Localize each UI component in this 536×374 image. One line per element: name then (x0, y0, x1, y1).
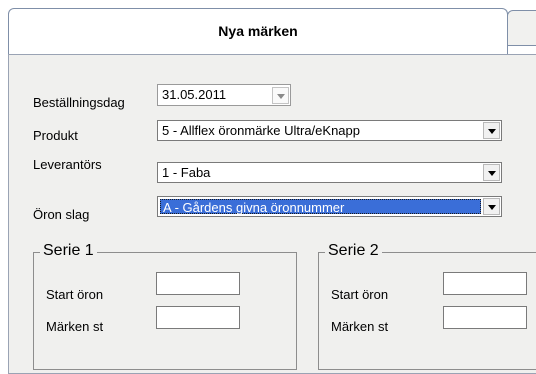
series2-start-input[interactable] (443, 272, 527, 295)
series2-start-label: Start öron (331, 287, 389, 302)
supplier-label: Leverantörs (33, 157, 102, 172)
chevron-down-icon (277, 94, 285, 99)
series1-title: Serie 1 (40, 242, 97, 260)
series2-count-input[interactable] (443, 306, 527, 329)
order-date-dropdown-button[interactable] (272, 87, 289, 104)
ear-type-label: Öron slag (33, 207, 90, 222)
supplier-value: 1 - Faba (162, 165, 211, 180)
ear-type-select[interactable]: A - Gårdens givna öronnummer (157, 196, 502, 217)
product-select[interactable]: 5 - Allflex öronmärke Ultra/eKnapp (157, 120, 502, 141)
chevron-down-icon (488, 171, 496, 176)
chevron-down-icon (488, 205, 496, 210)
tab-nya-marken[interactable]: Nya märken (8, 8, 508, 54)
tab-label: Nya märken (218, 23, 298, 39)
supplier-select[interactable]: 1 - Faba (157, 162, 502, 183)
product-value: 5 - Allflex öronmärke Ultra/eKnapp (162, 123, 360, 138)
product-dropdown-button[interactable] (483, 122, 500, 139)
series1-count-label: Märken st (46, 319, 104, 334)
series1-count-input[interactable] (156, 306, 240, 329)
tab-inactive[interactable] (507, 10, 536, 46)
series1-start-input[interactable] (156, 272, 240, 295)
ear-type-dropdown-button[interactable] (483, 198, 500, 215)
ear-type-value: A - Gårdens givna öronnummer (163, 200, 345, 215)
order-date-label: Beställningsdag (33, 95, 125, 110)
series2-title: Serie 2 (325, 242, 382, 260)
supplier-dropdown-button[interactable] (483, 164, 500, 181)
series2-count-label: Märken st (331, 319, 389, 334)
product-label: Produkt (33, 128, 78, 143)
series1-start-label: Start öron (46, 287, 104, 302)
chevron-down-icon (488, 129, 496, 134)
order-date-field[interactable]: 31.05.2011 (157, 84, 291, 106)
ear-type-selected-highlight: A - Gårdens givna öronnummer (160, 199, 481, 215)
order-date-value: 31.05.2011 (162, 87, 227, 102)
